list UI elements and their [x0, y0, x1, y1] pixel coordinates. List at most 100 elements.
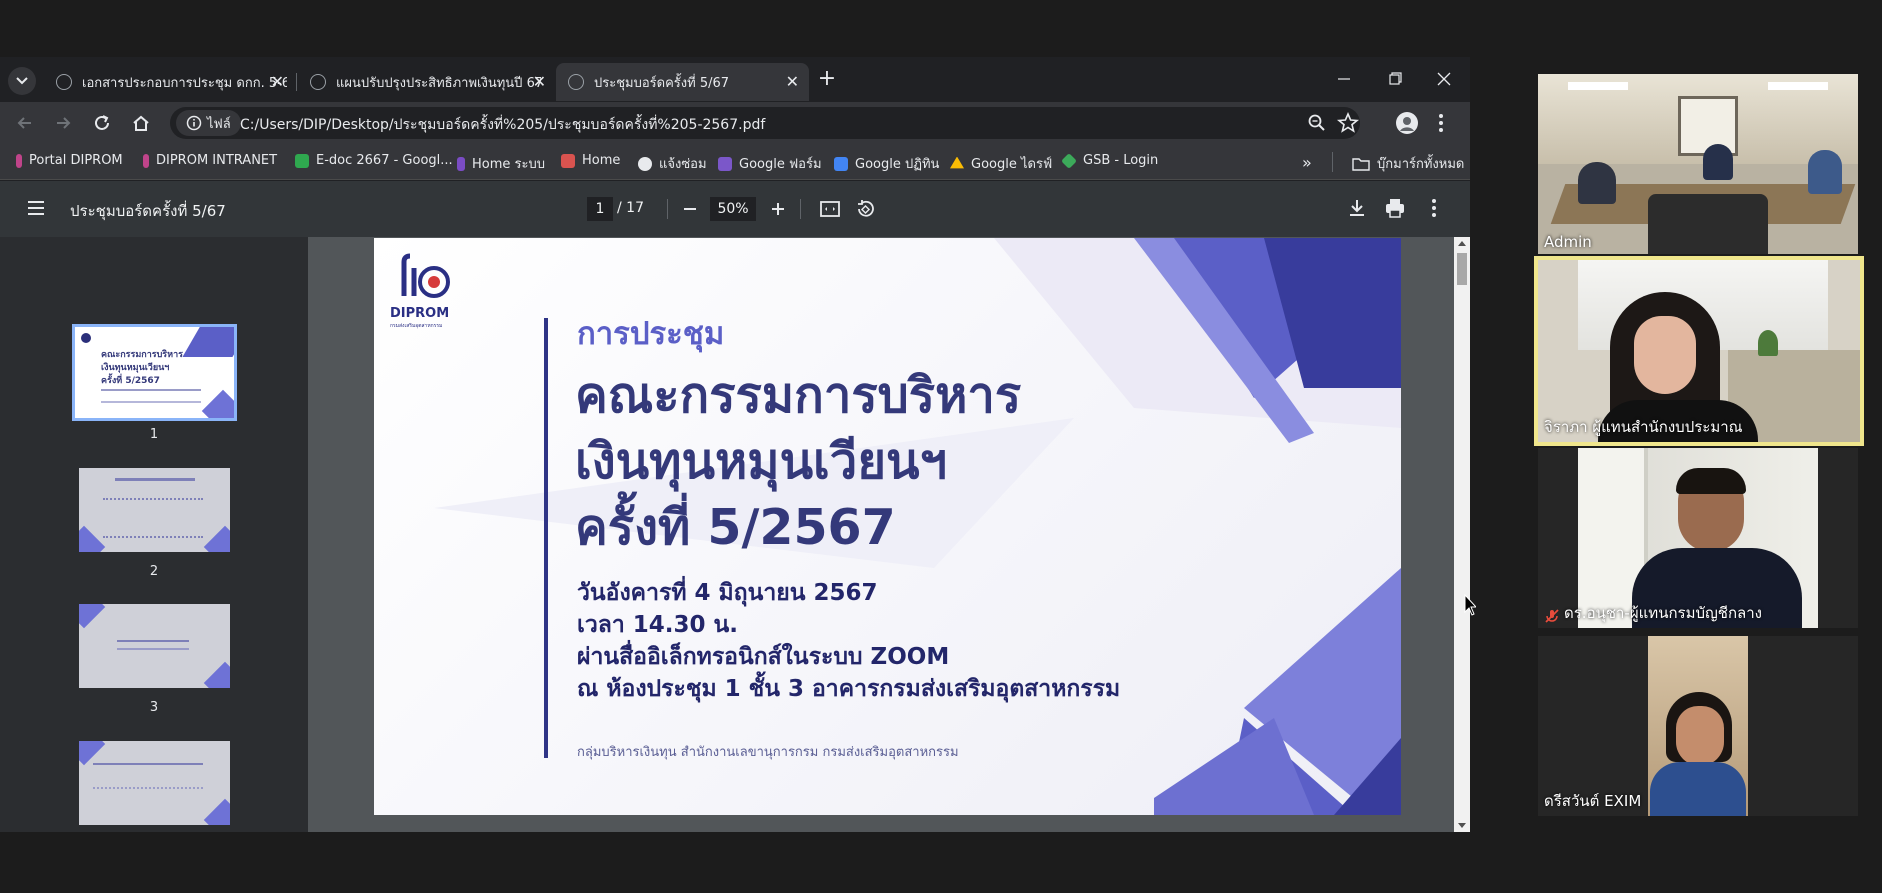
close-icon[interactable]: ✕: [786, 72, 799, 91]
pdf-more-button[interactable]: [1429, 197, 1439, 223]
restore-button[interactable]: [1383, 69, 1407, 89]
download-button[interactable]: [1346, 197, 1368, 223]
person-silhouette: [1808, 150, 1842, 194]
bookmark-label: GSB - Login: [1083, 153, 1159, 168]
browser-menu-button[interactable]: [1436, 112, 1446, 138]
site-info-chip[interactable]: ไฟล์: [176, 110, 241, 136]
more-bookmarks-button[interactable]: »: [1302, 153, 1312, 172]
fit-to-page-icon: [820, 201, 840, 217]
gsb-icon: [1061, 152, 1077, 169]
thumbnail-page-1[interactable]: คณะกรรมการบริหาร เงินทุนหมุนเวียนฯ ครั้ง…: [72, 324, 237, 421]
close-icon[interactable]: ✕: [533, 72, 546, 91]
person-body: [1650, 762, 1746, 816]
thumbnail-page-4[interactable]: [79, 741, 230, 825]
plant: [1758, 330, 1778, 356]
room-chairs: [1648, 194, 1768, 254]
close-icon[interactable]: ✕: [271, 72, 284, 91]
rotate-button[interactable]: [853, 197, 877, 225]
browser-window: เอกสารประกอบการประชุม ดกก. 5-67 ✕ แผนปรั…: [0, 57, 1470, 832]
zoom-out-button[interactable]: [678, 197, 702, 221]
back-button[interactable]: [12, 110, 38, 136]
page-number-input[interactable]: 1: [587, 197, 613, 221]
globe-icon: [638, 156, 652, 171]
url-text[interactable]: C:/Users/DIP/Desktop/ประชุมบอร์ดครั้งที่…: [240, 114, 765, 136]
file-chip-label: ไฟล์: [207, 116, 231, 132]
tab-search-button[interactable]: [8, 67, 36, 95]
thumb-shape: [79, 741, 106, 766]
diprom-logo-icon: [401, 253, 450, 298]
bookmark-google-calendar[interactable]: Google ปฏิทิน: [834, 153, 939, 174]
close-window-button[interactable]: [1432, 69, 1456, 89]
minimize-icon: [1338, 78, 1350, 80]
participant-tile-jirapa[interactable]: จิราภา ผู้แทนสำนักงบประมาณ: [1534, 256, 1864, 446]
thumbnail-sidebar: คณะกรรมการบริหาร เงินทุนหมุนเวียนฯ ครั้ง…: [0, 237, 322, 832]
bookmark-google-drive[interactable]: Google ไดรฟ์: [950, 153, 1052, 174]
person-face: [1676, 706, 1724, 766]
star-icon: [1336, 111, 1360, 133]
reload-icon: [95, 115, 109, 130]
bookmark-edoc[interactable]: E-doc 2667 - Googl...: [295, 153, 453, 168]
profile-avatar[interactable]: [1396, 112, 1418, 134]
home-button[interactable]: [128, 110, 154, 136]
rotate-icon: [858, 200, 874, 217]
thumb-text-lines: [103, 498, 203, 538]
print-button[interactable]: [1384, 197, 1406, 223]
tab-board-meeting-pdf[interactable]: ประชุมบอร์ดครั้งที่ 5/67 ✕: [556, 63, 809, 101]
site-icon: [457, 156, 465, 171]
tab-efficiency-plan[interactable]: แผนปรับปรุงประสิทธิภาพเงินทุนปี 67 ✕: [298, 63, 556, 101]
person-silhouette: [1578, 162, 1616, 204]
new-tab-button[interactable]: +: [814, 67, 840, 93]
bookmark-home[interactable]: Home: [561, 153, 620, 168]
participant-tile-admin[interactable]: Admin: [1538, 74, 1858, 254]
participant-tile-sriwan[interactable]: ดรีสวันต์ EXIM: [1538, 636, 1858, 816]
kebab-icon: [1439, 114, 1443, 132]
zoom-in-button[interactable]: [766, 197, 790, 221]
participant-name: ดร.อนุชา-ผู้แทนกรมบัญชีกลาง: [1564, 604, 1762, 622]
bookmark-portal-diprom[interactable]: Portal DIPROM: [16, 153, 123, 168]
bookmark-label: Google ฟอร์ม: [739, 157, 822, 172]
close-icon: [1437, 72, 1451, 86]
viewer-scroll-thumb[interactable]: [1457, 253, 1467, 285]
thumbnail-number: 3: [149, 700, 159, 715]
pdf-toolbar: ประชุมบอร์ดครั้งที่ 5/67 1 / 17 50%: [0, 181, 1470, 237]
thumb-shape: [203, 798, 230, 825]
bookmark-diprom-intranet[interactable]: DIPROM INTRANET: [143, 153, 277, 168]
zoom-button[interactable]: [1306, 112, 1328, 138]
viewer-scrollbar[interactable]: [1454, 237, 1470, 832]
bookmarks-divider: [1332, 152, 1333, 172]
bookmark-google-forms[interactable]: Google ฟอร์ม: [718, 153, 822, 174]
bookmarks-bar: Portal DIPROM DIPROM INTRANET E-doc 2667…: [0, 144, 1470, 180]
participant-name: ดรีสวันต์ EXIM: [1544, 792, 1642, 810]
person-silhouette: [1703, 144, 1733, 180]
tab-title: เอกสารประกอบการประชุม ดกก. 5-67: [82, 75, 287, 91]
total-pages: / 17: [617, 200, 644, 216]
bookmark-home-system[interactable]: Home ระบบ: [457, 153, 545, 174]
browser-toolbar: ไฟล์ C:/Users/DIP/Desktop/ประชุมบอร์ดครั…: [0, 102, 1470, 144]
reload-button[interactable]: [89, 110, 115, 136]
slide-heading-small: การประชุม: [577, 316, 725, 352]
forward-button[interactable]: [50, 110, 76, 136]
scroll-down-arrow[interactable]: [1458, 823, 1466, 828]
bookmark-label: Home: [582, 153, 621, 168]
bookmark-repair[interactable]: แจ้งซ่อม: [638, 153, 707, 174]
all-bookmarks-button[interactable]: บุ๊กมาร์กทั้งหมด: [1352, 153, 1464, 174]
mouse-cursor-icon: [1464, 594, 1476, 616]
tab-meeting-documents[interactable]: เอกสารประกอบการประชุม ดกก. 5-67 ✕: [44, 63, 294, 101]
fit-page-button[interactable]: [818, 197, 842, 225]
thumbnail-page-3[interactable]: [79, 604, 230, 688]
bookmark-star-button[interactable]: [1336, 111, 1360, 139]
scroll-up-arrow[interactable]: [1458, 241, 1466, 246]
bookmark-gsb-login[interactable]: GSB - Login: [1061, 152, 1159, 169]
thumb-shape: [201, 389, 234, 418]
drive-icon: [950, 156, 964, 169]
avatar-icon: [1400, 117, 1414, 131]
address-bar[interactable]: ไฟล์ C:/Users/DIP/Desktop/ประชุมบอร์ดครั…: [170, 107, 1360, 139]
zoom-level-input[interactable]: 50%: [710, 197, 756, 221]
minimize-button[interactable]: [1332, 69, 1356, 89]
thumbnail-page-2[interactable]: [79, 468, 230, 552]
pdf-page-1: DIPROM กรมส่งเสริมอุตสาหกรรม การประชุม ค…: [374, 238, 1401, 815]
person-hair: [1676, 468, 1746, 494]
calendar-icon: [834, 156, 848, 171]
participant-tile-anucha[interactable]: ดร.อนุชา-ผู้แทนกรมบัญชีกลาง: [1538, 448, 1858, 628]
pdf-menu-button[interactable]: [26, 199, 46, 221]
